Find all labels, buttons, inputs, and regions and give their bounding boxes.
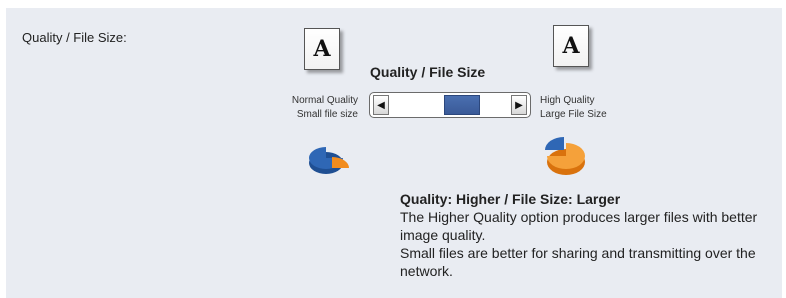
high-quality-label: High Quality Large File Size [540,94,607,122]
high-quality-label-line2: Large File Size [540,109,607,120]
pie-small-blue-icon [309,147,349,174]
normal-quality-label-line1: Normal Quality [291,95,358,106]
increase-quality-button[interactable]: ▶ [511,95,527,115]
pie-large-orange-icon [545,137,585,175]
arrow-left-icon: ◀ [377,99,385,111]
description-line1: The Higher Quality option produces large… [400,209,758,243]
field-label: Quality / File Size: [22,30,127,45]
quality-description: Quality: Higher / File Size: Larger The … [400,190,780,280]
arrow-right-icon: ▶ [515,99,523,111]
normal-quality-label: Normal Quality Small file size [258,94,358,122]
description-title: Quality: Higher / File Size: Larger [400,191,621,207]
slider-title: Quality / File Size [370,64,486,80]
high-quality-label-line1: High Quality [540,95,595,106]
slider-track[interactable] [392,95,508,115]
slider-thumb[interactable] [444,95,480,115]
normal-quality-document-icon: A [304,28,340,70]
description-line2: Small files are better for sharing and t… [400,245,756,279]
quality-slider[interactable]: ◀ ▶ [369,92,531,118]
high-quality-document-icon: A [553,25,589,67]
decrease-quality-button[interactable]: ◀ [373,95,389,115]
normal-quality-label-line2: Small file size [296,109,358,120]
